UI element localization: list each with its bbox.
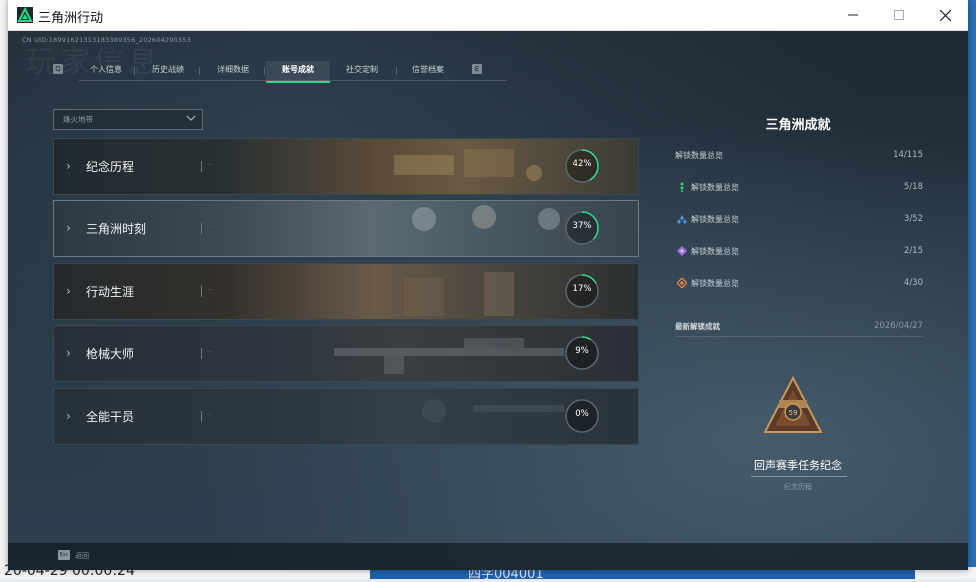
tab-social-custom[interactable]: 社交定制 <box>337 61 387 81</box>
badge-name: 回声赛季任务纪念 <box>754 459 842 472</box>
summary-tier-label: 解锁数量总览 <box>691 279 739 288</box>
summary-tier-value: 5/18 <box>903 182 923 192</box>
close-button[interactable] <box>922 0 968 30</box>
row-divider <box>201 348 202 359</box>
orange-gem-icon <box>677 278 687 288</box>
row-artwork <box>422 399 564 423</box>
row-dots: ··· <box>207 349 213 356</box>
minimize-button[interactable] <box>830 0 876 30</box>
expand-chevron-icon: › <box>66 284 71 298</box>
progress-percent: 42% <box>572 159 592 169</box>
purple-gem-icon <box>677 246 687 256</box>
expand-chevron-icon: › <box>66 346 71 360</box>
row-dots: ··· <box>207 224 213 231</box>
achievement-category-row[interactable]: › 全能干员 ··· 0% <box>53 388 639 445</box>
green-gem-icon <box>680 182 684 192</box>
maximize-icon <box>894 10 904 20</box>
tab-separator <box>264 67 265 75</box>
row-divider <box>201 223 202 234</box>
latest-unlock-header: 最新解锁成就 2026/04/27 <box>675 321 923 333</box>
back-label[interactable]: 返回 <box>75 551 89 561</box>
summary-total-row: 解锁数量总览 14/115 <box>675 148 923 162</box>
summary-tier-value: 2/15 <box>903 246 923 256</box>
chevron-down-icon <box>186 115 196 121</box>
badge-underline <box>751 476 847 477</box>
title-bar[interactable]: 三角洲行动 <box>8 0 968 31</box>
row-artwork <box>412 205 560 231</box>
minimize-icon <box>848 14 858 16</box>
category-label: 全能干员 <box>86 410 135 424</box>
blue-gem-icon <box>677 215 687 224</box>
row-dots: ··· <box>207 412 213 419</box>
expand-chevron-icon: › <box>66 221 71 235</box>
tab-match-history[interactable]: 历史战绩 <box>143 61 193 81</box>
expand-chevron-icon: › <box>66 409 71 423</box>
row-artwork <box>394 149 542 181</box>
close-icon <box>939 9 951 21</box>
row-artwork <box>404 272 514 316</box>
tab-separator <box>199 67 200 75</box>
expand-chevron-icon: › <box>66 159 71 173</box>
summary-tier-value: 3/52 <box>903 214 923 224</box>
summary-tier-row: 解锁数量总览 4/30 <box>675 276 923 290</box>
progress-percent: 37% <box>572 221 592 231</box>
delta-force-logo-icon <box>17 7 33 23</box>
summary-title: 三角洲成就 <box>765 118 831 133</box>
game-content: 玩家信息 CN UID:18991621313183389356_2026042… <box>8 31 968 570</box>
summary-tier-value: 4/30 <box>903 278 923 288</box>
row-divider <box>201 286 202 297</box>
category-label: 纪念历程 <box>86 160 135 174</box>
row-dots: ··· <box>207 162 213 169</box>
row-dots: ··· <box>207 287 213 294</box>
desktop-left-edge <box>0 0 8 579</box>
summary-tier-row: 解锁数量总览 3/52 <box>675 212 923 226</box>
category-label: 行动生涯 <box>86 285 135 299</box>
mode-dropdown[interactable]: 烽火地带 <box>53 109 203 130</box>
progress-percent: 9% <box>575 346 589 356</box>
esc-key[interactable]: Esc <box>58 550 70 560</box>
badge-number: 59 <box>789 409 798 417</box>
summary-tier-label: 解锁数量总览 <box>691 215 739 224</box>
tab-personal-info[interactable]: 个人信息 <box>81 61 131 81</box>
latest-unlock-date: 2026/04/27 <box>874 321 923 331</box>
row-divider <box>201 161 202 172</box>
latest-unlock-divider <box>675 336 923 337</box>
footer-bar: Esc 返回 <box>8 543 968 570</box>
tab-detailed-data[interactable]: 详细数据 <box>208 61 258 81</box>
summary-total-label: 解锁数量总览 <box>675 151 723 160</box>
player-uid: CN UID:18991621313183389356_202604290353 <box>22 36 191 44</box>
prev-tab-key[interactable]: Q <box>53 64 63 74</box>
desktop-right-edge <box>968 0 976 579</box>
maximize-button[interactable] <box>876 0 922 30</box>
category-label: 枪械大师 <box>86 347 135 361</box>
row-artwork <box>334 338 564 374</box>
progress-percent: 17% <box>572 284 592 294</box>
progress-percent: 0% <box>575 409 589 419</box>
achievement-badge-icon[interactable]: 59 <box>761 374 825 438</box>
tab-separator <box>134 67 135 75</box>
summary-tier-label: 解锁数量总览 <box>691 183 739 192</box>
achievement-category-row[interactable]: › 行动生涯 ··· 17% <box>53 263 639 320</box>
category-label: 三角洲时刻 <box>86 222 147 236</box>
app-window: 三角洲行动 玩家信息 CN UID:18991621313183389356_2… <box>8 0 968 570</box>
window-title: 三角洲行动 <box>38 11 104 26</box>
tab-credit-record[interactable]: 信誉档案 <box>403 61 453 81</box>
tab-account-achievements[interactable]: 账号成就 <box>266 61 330 83</box>
latest-unlock-label: 最新解锁成就 <box>675 322 720 331</box>
tab-separator <box>396 67 397 75</box>
summary-tier-label: 解锁数量总览 <box>691 247 739 256</box>
mode-dropdown-value: 烽火地带 <box>63 115 93 124</box>
summary-total-value: 14/115 <box>893 150 923 160</box>
next-tab-key[interactable]: E <box>472 64 482 74</box>
achievement-category-row[interactable]: › 纪念历程 ··· 42% <box>53 138 639 195</box>
achievement-category-row[interactable]: › 三角洲时刻 ··· 37% <box>53 200 639 257</box>
summary-tier-row: 解锁数量总览 2/15 <box>675 244 923 258</box>
tab-bar: Q 个人信息 历史战绩 详细数据 账号成就 社交定制 信誉档案 E <box>53 61 507 83</box>
badge-category: 纪念历程 <box>784 483 812 491</box>
row-divider <box>201 411 202 422</box>
summary-tier-row: 解锁数量总览 5/18 <box>675 180 923 194</box>
achievement-category-row[interactable]: › 枪械大师 ··· 9% <box>53 325 639 382</box>
